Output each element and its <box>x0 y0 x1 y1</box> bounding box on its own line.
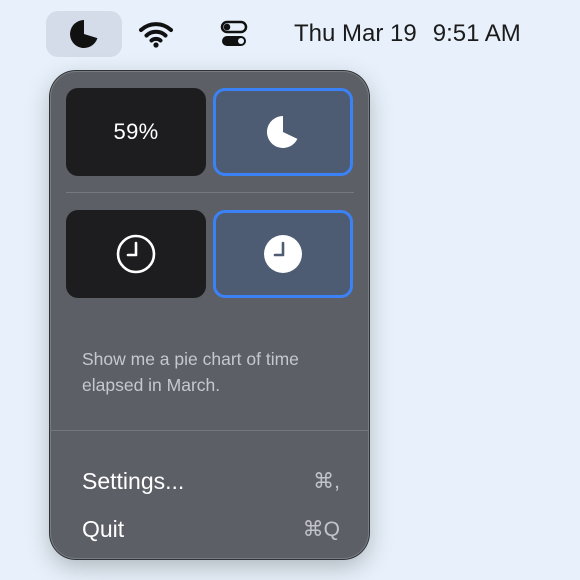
clock-time: 9:51 AM <box>432 20 521 47</box>
quit-label: Quit <box>82 515 125 542</box>
clock-date: Thu Mar 19 <box>294 20 417 47</box>
settings-menu-item[interactable]: Settings... ⌘, <box>82 464 340 498</box>
clock-filled-tile[interactable] <box>213 210 353 298</box>
mode-description: Show me a pie chart of time elapsed in M… <box>82 349 299 395</box>
settings-shortcut: ⌘, <box>313 469 340 493</box>
menu-bar: Thu Mar 19 9:51 AM <box>0 0 580 64</box>
divider <box>66 192 354 193</box>
divider <box>50 430 369 431</box>
wifi-icon <box>139 22 173 48</box>
control-center-icon <box>220 20 248 46</box>
percent-label: 59% <box>113 119 159 144</box>
moon-pie-icon <box>70 20 98 48</box>
status-item-control-center[interactable] <box>214 15 254 53</box>
clock-outline-tile[interactable] <box>66 210 206 298</box>
clock-outline-icon <box>116 234 156 274</box>
percent-mode-tile[interactable]: 59% <box>66 88 206 176</box>
settings-label: Settings... <box>82 467 185 494</box>
menu-bar-clock[interactable]: Thu Mar 19 9:51 AM <box>294 19 564 49</box>
status-item-app[interactable] <box>46 11 122 57</box>
clock-filled-icon <box>264 235 302 273</box>
quit-menu-item[interactable]: Quit ⌘Q <box>82 512 340 546</box>
app-popover: 59% Show me a pie chart of time elapsed … <box>50 71 369 559</box>
quit-shortcut: ⌘Q <box>302 517 340 541</box>
pie-mode-tile[interactable] <box>213 88 353 176</box>
status-item-wifi[interactable] <box>136 15 176 53</box>
pie-chart-icon <box>266 115 298 148</box>
